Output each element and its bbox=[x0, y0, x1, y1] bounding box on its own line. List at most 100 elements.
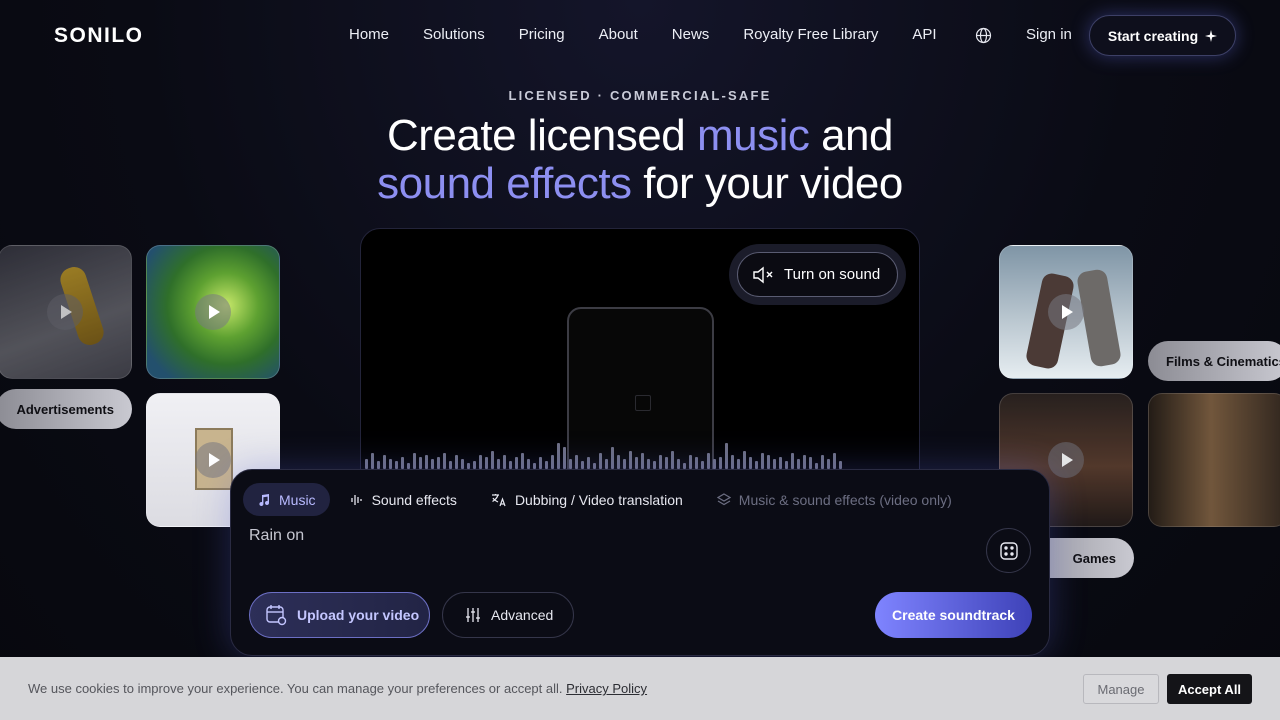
translate-icon bbox=[491, 493, 507, 507]
nav-link-api[interactable]: API bbox=[912, 26, 936, 43]
logo[interactable]: SONILO bbox=[54, 24, 144, 48]
play-icon[interactable] bbox=[1048, 442, 1084, 478]
nav-link-royalty-free-library[interactable]: Royalty Free Library bbox=[743, 26, 878, 43]
top-nav: SONILO Home Solutions Pricing About News… bbox=[0, 0, 1280, 70]
waveform-bar bbox=[689, 455, 692, 469]
waveform-bar bbox=[635, 457, 638, 469]
waveform-bar bbox=[611, 447, 614, 469]
cookie-message: We use cookies to improve your experienc… bbox=[28, 681, 563, 696]
hero-eyebrow: LICENSED · COMMERCIAL-SAFE bbox=[508, 88, 772, 103]
waveform-bar bbox=[761, 453, 764, 469]
waveform-bar bbox=[605, 459, 608, 469]
waveform-bar bbox=[497, 459, 500, 469]
speaker-muted-icon bbox=[752, 266, 774, 284]
cookie-banner: We use cookies to improve your experienc… bbox=[0, 657, 1280, 720]
waveform-bar bbox=[527, 459, 530, 469]
video-tile-warriors[interactable] bbox=[999, 245, 1133, 379]
randomize-button[interactable] bbox=[986, 528, 1031, 573]
headline-text: for your video bbox=[631, 159, 903, 208]
sign-in-link[interactable]: Sign in bbox=[1026, 26, 1072, 43]
turn-on-sound-label: Turn on sound bbox=[784, 266, 881, 283]
nav-link-pricing[interactable]: Pricing bbox=[519, 26, 565, 43]
play-icon[interactable] bbox=[1048, 294, 1084, 330]
tab-label: Sound effects bbox=[371, 491, 457, 508]
waveform-bar bbox=[803, 455, 806, 469]
waveform-bar bbox=[431, 459, 434, 469]
nav-link-solutions[interactable]: Solutions bbox=[423, 26, 485, 43]
waveform-bar bbox=[629, 451, 632, 469]
nav-link-home[interactable]: Home bbox=[349, 26, 389, 43]
waveform-bar bbox=[419, 457, 422, 469]
waveform-bar bbox=[671, 451, 674, 469]
waveform-bar bbox=[791, 453, 794, 469]
waveform-bar bbox=[695, 457, 698, 469]
video-tile-leaf[interactable] bbox=[146, 245, 280, 379]
music-note-icon bbox=[257, 493, 271, 507]
advanced-button[interactable]: Advanced bbox=[442, 592, 574, 638]
waveform-bar bbox=[551, 455, 554, 469]
nav-link-news[interactable]: News bbox=[672, 26, 710, 43]
waveform-bar bbox=[821, 455, 824, 469]
turn-on-sound-button[interactable]: Turn on sound bbox=[737, 252, 898, 297]
headline-accent-sound-effects: sound effects bbox=[377, 159, 632, 208]
waveform-bar bbox=[581, 461, 584, 469]
waveform-bar bbox=[545, 461, 548, 469]
privacy-policy-link[interactable]: Privacy Policy bbox=[566, 681, 647, 696]
waveform-bar bbox=[755, 461, 758, 469]
waveform-bar bbox=[719, 457, 722, 469]
waveform-bar bbox=[473, 461, 476, 469]
waveform-bar bbox=[617, 455, 620, 469]
tab-music[interactable]: Music bbox=[243, 483, 330, 516]
video-tile-sunset[interactable] bbox=[1148, 393, 1280, 527]
waveform-bar bbox=[647, 459, 650, 469]
tab-sound-effects[interactable]: Sound effects bbox=[336, 483, 471, 516]
nav-link-about[interactable]: About bbox=[599, 26, 638, 43]
prompt-input[interactable]: Rain on bbox=[249, 527, 304, 545]
tab-music-and-sfx[interactable]: Music & sound effects (video only) bbox=[703, 483, 966, 516]
manage-cookies-button[interactable]: Manage bbox=[1083, 674, 1159, 704]
waveform-bar bbox=[623, 459, 626, 469]
category-pill-films[interactable]: Films & Cinematics bbox=[1148, 341, 1280, 381]
waveform-bar bbox=[797, 459, 800, 469]
waveform-bar bbox=[677, 459, 680, 469]
waveform-bar bbox=[587, 457, 590, 469]
waveform-bar bbox=[767, 455, 770, 469]
waveform-bar bbox=[425, 455, 428, 469]
waveform-bar bbox=[749, 457, 752, 469]
play-icon[interactable] bbox=[47, 294, 83, 330]
play-icon[interactable] bbox=[195, 294, 231, 330]
headline-line-1: Create licensed music and bbox=[0, 112, 1280, 160]
waveform-bar bbox=[461, 459, 464, 469]
waveform-bar bbox=[725, 443, 728, 469]
create-soundtrack-button[interactable]: Create soundtrack bbox=[875, 592, 1032, 638]
waveform-bar bbox=[485, 457, 488, 469]
globe-icon[interactable] bbox=[975, 27, 992, 44]
tab-label: Dubbing / Video translation bbox=[514, 491, 683, 508]
composer-card: Music Sound effects Dubbing / Video tran… bbox=[230, 469, 1050, 656]
play-icon[interactable] bbox=[195, 442, 231, 478]
waveform-bar bbox=[401, 457, 404, 469]
nav-links: Home Solutions Pricing About News Royalt… bbox=[349, 26, 937, 43]
tab-dubbing[interactable]: Dubbing / Video translation bbox=[477, 483, 697, 516]
waveform-bar bbox=[557, 443, 560, 469]
waveform-icon bbox=[350, 493, 364, 507]
video-preview[interactable]: Turn on sound bbox=[360, 228, 920, 478]
waveform-bar bbox=[665, 457, 668, 469]
category-pill-advertisements[interactable]: Advertisements bbox=[0, 389, 132, 429]
video-tile-dancer[interactable] bbox=[0, 245, 132, 379]
waveform-bar bbox=[371, 453, 374, 469]
upload-video-button[interactable]: Upload your video bbox=[249, 592, 430, 638]
waveform-bar bbox=[437, 457, 440, 469]
waveform-bar bbox=[743, 451, 746, 469]
waveform-bar bbox=[575, 455, 578, 469]
waveform-bar bbox=[479, 455, 482, 469]
upload-video-label: Upload your video bbox=[297, 607, 420, 623]
start-creating-button[interactable]: Start creating bbox=[1089, 15, 1236, 56]
accept-all-button[interactable]: Accept All bbox=[1167, 674, 1252, 704]
phone-logo-icon bbox=[635, 395, 651, 411]
waveform-bar bbox=[455, 455, 458, 469]
waveform-bar bbox=[503, 455, 506, 469]
tab-label: Music bbox=[279, 491, 316, 508]
waveform-bar bbox=[509, 461, 512, 469]
waveform-bar bbox=[413, 453, 416, 469]
